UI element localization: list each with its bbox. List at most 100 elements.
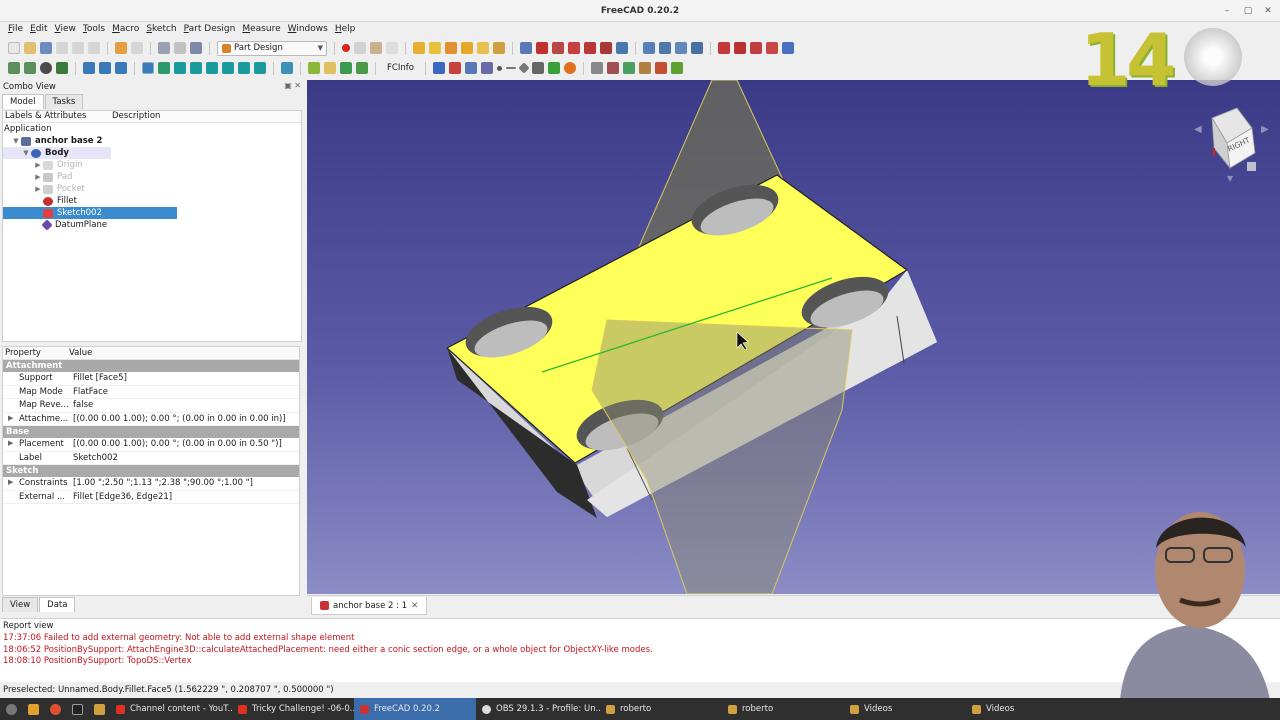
link-icon[interactable]	[115, 62, 127, 74]
sketch-icon[interactable]	[413, 42, 425, 54]
hole-icon[interactable]	[616, 42, 628, 54]
menu-tools[interactable]: Tools	[81, 22, 110, 38]
prop-group-sketch[interactable]: Sketch	[3, 465, 299, 477]
tree-document[interactable]: ▼ anchor base 2	[3, 135, 301, 147]
chevron-right-icon[interactable]: ▶	[33, 161, 43, 169]
fcinfo-button[interactable]: FCInfo	[383, 63, 418, 73]
terminal-launcher-icon[interactable]	[66, 698, 88, 720]
report-log[interactable]: 17:37:06 Failed to add external geometry…	[3, 633, 653, 668]
subtractive-loft-icon[interactable]	[659, 42, 671, 54]
fit-all-icon[interactable]	[8, 62, 20, 74]
link-actions-icon[interactable]	[356, 62, 368, 74]
tab-tasks[interactable]: Tasks	[44, 94, 84, 109]
menu-view[interactable]: View	[53, 22, 81, 38]
measure-angular-icon[interactable]	[448, 62, 461, 74]
tool-icon[interactable]	[638, 62, 651, 74]
macro-tool-icon[interactable]	[670, 62, 683, 74]
addon-icon[interactable]	[622, 62, 635, 74]
chevron-right-icon[interactable]: ▶	[33, 173, 43, 181]
nav-cube-menu-icon[interactable]	[1247, 162, 1256, 171]
folder-launcher-icon[interactable]	[88, 698, 110, 720]
prop-value[interactable]: [(0.00 0.00 1.00); 0.00 °; (0.00 in 0.00…	[71, 414, 299, 424]
make-link-icon[interactable]	[340, 62, 352, 74]
line-icon[interactable]	[505, 67, 516, 69]
menu-part-design[interactable]: Part Design	[182, 22, 241, 38]
view-right-icon[interactable]	[206, 62, 218, 74]
save-icon[interactable]	[40, 42, 52, 54]
prop-row-placement[interactable]: ▶ Placement [(0.00 0.00 1.00); 0.00 °; (0.…	[3, 438, 299, 452]
subtractive-pipe-icon[interactable]	[675, 42, 687, 54]
isometric-icon[interactable]	[158, 62, 170, 74]
tab-model[interactable]: Model	[2, 94, 44, 109]
stop-icon[interactable]	[174, 42, 186, 54]
paste-icon[interactable]	[88, 42, 100, 54]
document-tab[interactable]: anchor base 2 : 1 ✕	[311, 597, 428, 615]
prop-value[interactable]: Sketch002	[71, 453, 299, 463]
additive-primitive-icon[interactable]	[600, 42, 612, 54]
sketcher-constraint-icon[interactable]	[547, 62, 560, 74]
rotate-down-icon[interactable]: ▼	[1227, 174, 1234, 183]
prop-value[interactable]: [1.00 ";2.50 ";1.13 ";2.38 ";90.00 °;1.0…	[71, 478, 299, 488]
start-menu-icon[interactable]	[0, 698, 22, 720]
prop-value[interactable]: FlatFace	[71, 387, 299, 397]
chevron-right-icon[interactable]: ▶	[33, 185, 43, 193]
pocket-icon[interactable]	[477, 42, 489, 54]
taskbar-window-videos-1[interactable]: Videos	[844, 698, 966, 720]
new-document-icon[interactable]	[8, 42, 20, 54]
boolean-icon[interactable]	[782, 42, 794, 54]
record-macro-icon[interactable]	[342, 44, 350, 52]
menu-edit[interactable]: Edit	[28, 22, 52, 38]
snap-icon[interactable]	[590, 62, 603, 74]
chevron-down-icon[interactable]: ▼	[11, 137, 21, 145]
prop-group-base[interactable]: Base	[3, 426, 299, 438]
prop-row-support[interactable]: Support Fillet [Face5]	[3, 372, 299, 386]
taskbar-window-tricky-challenge[interactable]: Tricky Challenge! -06-0...	[232, 698, 354, 720]
tree-item-fillet[interactable]: Fillet	[3, 195, 301, 207]
view-rear-icon[interactable]	[222, 62, 234, 74]
menu-file[interactable]: File	[6, 22, 28, 38]
body-icon[interactable]	[445, 42, 457, 54]
measure-linear-icon[interactable]	[432, 62, 445, 74]
workbench-selector[interactable]: Part Design ▼	[217, 40, 327, 56]
prop-value[interactable]: false	[71, 400, 299, 410]
browser-launcher-icon[interactable]	[44, 698, 66, 720]
prop-col-value[interactable]: Value	[69, 348, 92, 358]
bounding-box-icon[interactable]	[56, 62, 68, 74]
zoom-icon[interactable]	[142, 62, 154, 74]
view-bottom-icon[interactable]	[238, 62, 250, 74]
chevron-right-icon[interactable]: ▶	[8, 414, 13, 422]
taskbar-window-obs[interactable]: OBS 29.1.3 - Profile: Un...	[476, 698, 600, 720]
forward-icon[interactable]	[99, 62, 111, 74]
shape-binder-icon[interactable]	[568, 42, 580, 54]
close-button[interactable]: ✕	[1261, 4, 1275, 18]
rotate-right-icon[interactable]: ▶	[1261, 124, 1269, 135]
axis-icon[interactable]	[531, 62, 544, 74]
undo-icon[interactable]	[115, 42, 127, 54]
copy-icon[interactable]	[72, 42, 84, 54]
measure-distance-icon[interactable]	[281, 62, 293, 74]
view-top-icon[interactable]	[190, 62, 202, 74]
navigation-cube[interactable]: ◀ ▶ ▼ RIGHT	[1182, 98, 1272, 198]
view-left-icon[interactable]	[254, 62, 266, 74]
rotate-left-icon[interactable]: ◀	[1194, 124, 1202, 135]
prop-row-external-geometry[interactable]: External ... Fillet [Edge36, Edge21]	[3, 491, 299, 504]
subtractive-helix-icon[interactable]	[691, 42, 703, 54]
menu-windows[interactable]: Windows	[286, 22, 333, 38]
chevron-down-icon[interactable]: ▼	[21, 149, 31, 157]
diamond-icon[interactable]	[518, 62, 530, 74]
wrench-icon[interactable]	[654, 62, 667, 74]
menu-macro[interactable]: Macro	[110, 22, 144, 38]
macros-icon[interactable]	[370, 42, 382, 54]
menu-measure[interactable]: Measure	[240, 22, 285, 38]
close-tab-icon[interactable]: ✕	[411, 601, 418, 611]
prop-value[interactable]: Fillet [Face5]	[71, 373, 299, 383]
groove-icon[interactable]	[643, 42, 655, 54]
dock-close-icon[interactable]: ▣ ✕	[284, 81, 301, 90]
chevron-right-icon[interactable]: ▶	[8, 478, 13, 486]
taskbar-window-roberto-2[interactable]: roberto	[722, 698, 844, 720]
execute-macro-icon[interactable]	[386, 42, 398, 54]
fit-selection-icon[interactable]	[24, 62, 36, 74]
part-icon[interactable]	[308, 62, 320, 74]
redo-icon[interactable]	[131, 42, 143, 54]
prop-group-attachment[interactable]: Attachment	[3, 360, 299, 372]
